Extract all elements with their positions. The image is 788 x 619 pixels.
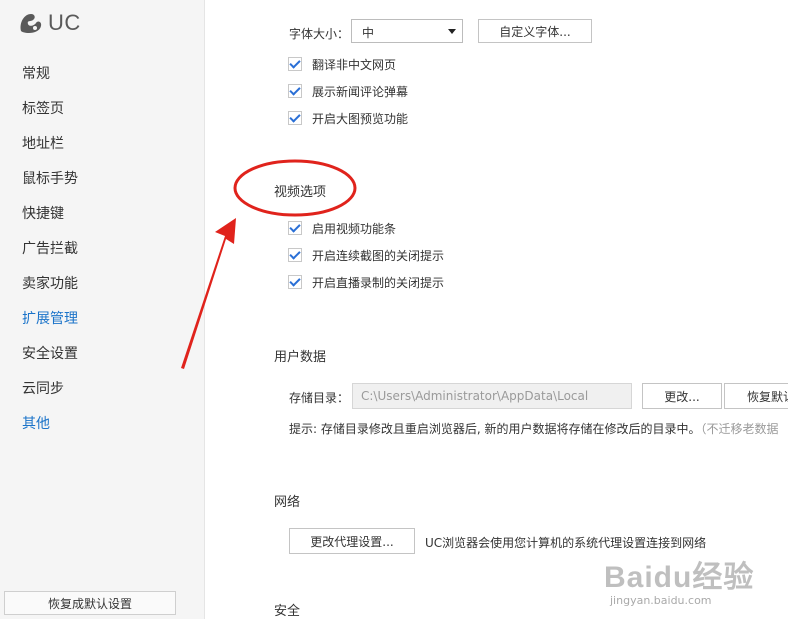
sidebar-item-shortcuts[interactable]: 快捷键 xyxy=(22,203,64,223)
checkbox-screenshot-prompt[interactable]: 开启连续截图的关闭提示 xyxy=(288,246,444,264)
checkbox-translate[interactable]: 翻译非中文网页 xyxy=(288,55,396,73)
video-options-title: 视频选项 xyxy=(274,185,327,200)
sidebar-item-seller[interactable]: 卖家功能 xyxy=(22,273,78,293)
security-title: 安全 xyxy=(274,604,301,619)
sidebar-item-security[interactable]: 安全设置 xyxy=(22,343,78,363)
user-data-title: 用户数据 xyxy=(274,350,327,365)
restore-dir-button[interactable]: 恢复默认 xyxy=(724,383,788,409)
watermark-main: Baidu经验 xyxy=(604,561,755,594)
checkbox-checked-icon[interactable] xyxy=(288,221,302,235)
custom-font-button[interactable]: 自定义字体... xyxy=(478,19,592,43)
checkbox-label: 开启直播录制的关闭提示 xyxy=(312,275,445,290)
network-title: 网络 xyxy=(274,495,301,510)
restore-defaults-button[interactable]: 恢复成默认设置 xyxy=(4,591,176,615)
sidebar-item-other[interactable]: 其他 xyxy=(22,413,50,433)
change-dir-button[interactable]: 更改... xyxy=(642,383,722,409)
checkbox-live-record-prompt[interactable]: 开启直播录制的关闭提示 xyxy=(288,273,444,291)
uc-logo: UC xyxy=(18,9,81,37)
storage-hint-text: 提示: 存储目录修改且重启浏览器后, 新的用户数据将存储在修改后的目录中。 xyxy=(289,422,701,436)
chevron-down-icon xyxy=(448,29,456,34)
checkbox-checked-icon[interactable] xyxy=(288,111,302,125)
sidebar-item-tabs[interactable]: 标签页 xyxy=(22,98,64,118)
checkbox-label: 展示新闻评论弹幕 xyxy=(312,84,409,99)
checkbox-checked-icon[interactable] xyxy=(288,275,302,289)
storage-hint: 提示: 存储目录修改且重启浏览器后, 新的用户数据将存储在修改后的目录中。（不迁… xyxy=(289,420,779,437)
checkbox-label: 开启连续截图的关闭提示 xyxy=(312,248,445,263)
font-size-label: 字体大小： xyxy=(289,27,350,41)
proxy-settings-button[interactable]: 更改代理设置... xyxy=(289,528,415,554)
sidebar-item-address-bar[interactable]: 地址栏 xyxy=(22,133,64,153)
sidebar-item-cloud-sync[interactable]: 云同步 xyxy=(22,378,64,398)
checkbox-checked-icon[interactable] xyxy=(288,248,302,262)
checkbox-checked-icon[interactable] xyxy=(288,57,302,71)
checkbox-label: 启用视频功能条 xyxy=(312,221,397,236)
sidebar-item-general[interactable]: 常规 xyxy=(22,63,50,83)
checkbox-video-bar[interactable]: 启用视频功能条 xyxy=(288,219,396,237)
sidebar-item-mouse-gestures[interactable]: 鼠标手势 xyxy=(22,168,78,188)
font-size-value: 中 xyxy=(362,26,375,40)
proxy-description: UC浏览器会使用您计算机的系统代理设置连接到网络 xyxy=(425,536,707,550)
checkbox-news-danmaku[interactable]: 展示新闻评论弹幕 xyxy=(288,82,408,100)
storage-hint-extra: （不迁移老数据 xyxy=(700,422,779,436)
storage-dir-label: 存储目录： xyxy=(289,391,350,405)
storage-dir-input[interactable]: C:\Users\Administrator\AppData\Local xyxy=(352,383,632,409)
sidebar: UC 常规 标签页 地址栏 鼠标手势 快捷键 广告拦截 卖家功能 扩展管理 安全… xyxy=(0,0,205,619)
baidu-watermark: Baidu经验 jingyan.baidu.com xyxy=(604,552,754,607)
font-size-select[interactable]: 中 xyxy=(351,19,463,43)
sidebar-item-extensions[interactable]: 扩展管理 xyxy=(22,308,78,328)
checkbox-label: 开启大图预览功能 xyxy=(312,111,409,126)
squirrel-icon xyxy=(20,14,42,33)
checkbox-checked-icon[interactable] xyxy=(288,84,302,98)
sidebar-item-ad-block[interactable]: 广告拦截 xyxy=(22,238,78,258)
logo-text: UC xyxy=(48,10,81,35)
checkbox-label: 翻译非中文网页 xyxy=(312,57,397,72)
checkbox-image-preview[interactable]: 开启大图预览功能 xyxy=(288,109,408,127)
